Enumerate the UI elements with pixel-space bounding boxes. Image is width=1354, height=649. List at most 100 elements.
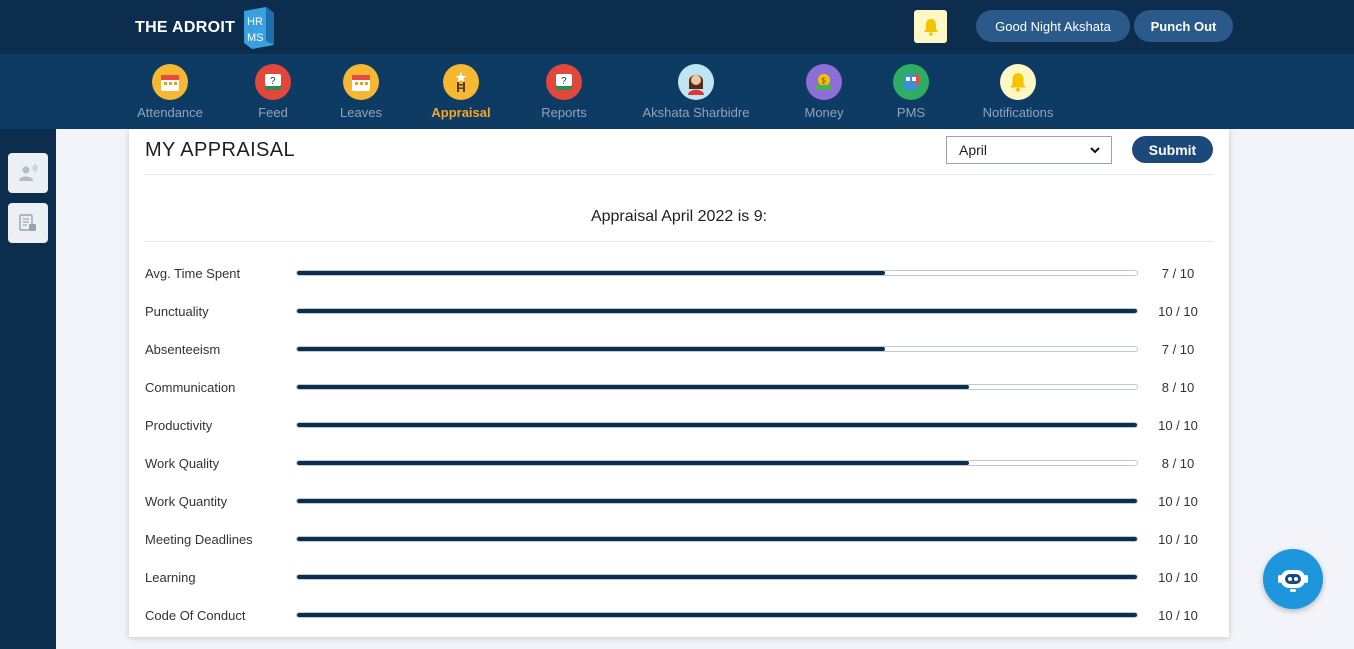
nav-label: Leaves bbox=[340, 105, 382, 120]
punch-out-button[interactable]: Punch Out bbox=[1134, 10, 1233, 42]
nav-item-pms[interactable]: PMS bbox=[882, 54, 940, 129]
progress-fill bbox=[297, 499, 1137, 503]
chatbot-icon bbox=[1278, 570, 1308, 592]
nav-label: Appraisal bbox=[431, 105, 491, 120]
metric-score: 10 / 10 bbox=[1158, 418, 1198, 433]
metric-row: Punctuality 10 / 10 bbox=[129, 302, 1229, 322]
metric-label: Productivity bbox=[145, 418, 213, 433]
greeting-pill[interactable]: Good Night Akshata bbox=[976, 10, 1130, 42]
calendar-icon bbox=[343, 64, 379, 100]
metric-label: Work Quantity bbox=[145, 494, 228, 509]
month-select-value: April bbox=[959, 142, 988, 158]
metric-score: 7 / 10 bbox=[1161, 266, 1195, 281]
chatbot-button[interactable] bbox=[1263, 549, 1323, 609]
progress-fill bbox=[297, 271, 885, 275]
metric-score: 10 / 10 bbox=[1158, 532, 1198, 547]
chevron-down-icon bbox=[1090, 147, 1100, 154]
nav-label: PMS bbox=[896, 105, 926, 120]
progress-track bbox=[296, 346, 1138, 352]
progress-track bbox=[296, 536, 1138, 542]
metric-row: Learning 10 / 10 bbox=[129, 568, 1229, 588]
nav-item-notifications[interactable]: Notifications bbox=[970, 54, 1066, 129]
nav-item-feed[interactable]: ? Feed bbox=[238, 54, 308, 129]
notification-bell-button[interactable] bbox=[914, 10, 947, 43]
sidebar-item-reports[interactable] bbox=[8, 203, 48, 243]
bell-icon bbox=[1000, 64, 1036, 100]
main-nav: Attendance ? Feed Leaves Appraisal ? Rep… bbox=[0, 54, 1354, 129]
svg-text:HR: HR bbox=[247, 16, 263, 28]
nav-label: Attendance bbox=[137, 105, 203, 120]
nav-item-reports[interactable]: ? Reports bbox=[527, 54, 601, 129]
hrms-logo-icon: HR MS bbox=[244, 7, 274, 49]
nav-item-profile[interactable]: Akshata Sharbidre bbox=[632, 54, 760, 129]
metric-label: Meeting Deadlines bbox=[145, 532, 253, 547]
metric-row: Work Quantity 10 / 10 bbox=[129, 492, 1229, 512]
sidebar-item-profile[interactable] bbox=[8, 153, 48, 193]
svg-text:MS: MS bbox=[247, 32, 264, 44]
progress-fill bbox=[297, 575, 1137, 579]
nav-item-attendance[interactable]: Attendance bbox=[130, 54, 210, 129]
progress-track bbox=[296, 612, 1138, 618]
page-title: MY APPRAISAL bbox=[145, 139, 296, 161]
nav-label: Money bbox=[804, 105, 844, 120]
progress-fill bbox=[297, 537, 1137, 541]
metric-row: Avg. Time Spent 7 / 10 bbox=[129, 264, 1229, 284]
month-select[interactable]: April bbox=[946, 136, 1112, 164]
progress-track bbox=[296, 498, 1138, 504]
svg-text:$: $ bbox=[822, 77, 827, 86]
avatar-icon bbox=[678, 64, 714, 100]
nav-label: Notifications bbox=[982, 105, 1054, 120]
bell-icon bbox=[923, 18, 938, 36]
metric-label: Avg. Time Spent bbox=[145, 266, 241, 281]
metric-label: Communication bbox=[145, 380, 236, 395]
nav-item-money[interactable]: $ Money bbox=[790, 54, 858, 129]
svg-text:?: ? bbox=[561, 76, 567, 87]
top-bar: THE ADROIT HR MS Good Night Akshata Punc… bbox=[0, 0, 1354, 54]
divider bbox=[145, 174, 1214, 175]
pms-icon bbox=[893, 64, 929, 100]
appraisal-summary: Appraisal April 2022 is 9: bbox=[590, 208, 768, 225]
submit-button[interactable]: Submit bbox=[1132, 136, 1213, 163]
brand-name: THE ADROIT bbox=[135, 19, 236, 36]
progress-fill bbox=[297, 423, 1137, 427]
nav-item-leaves[interactable]: Leaves bbox=[326, 54, 396, 129]
nav-label: Feed bbox=[258, 105, 288, 120]
metric-score: 7 / 10 bbox=[1161, 342, 1195, 357]
metric-row: Meeting Deadlines 10 / 10 bbox=[129, 530, 1229, 550]
progress-fill bbox=[297, 347, 885, 351]
nav-item-appraisal[interactable]: Appraisal bbox=[420, 54, 502, 129]
svg-text:?: ? bbox=[270, 76, 276, 87]
metric-label: Learning bbox=[145, 570, 196, 585]
progress-track bbox=[296, 270, 1138, 276]
progress-track bbox=[296, 308, 1138, 314]
feed-icon: ? bbox=[255, 64, 291, 100]
progress-track bbox=[296, 422, 1138, 428]
metric-row: Code Of Conduct 10 / 10 bbox=[129, 606, 1229, 626]
progress-track bbox=[296, 460, 1138, 466]
user-broadcast-icon bbox=[19, 164, 38, 181]
nav-label: Akshata Sharbidre bbox=[642, 105, 750, 120]
metric-score: 10 / 10 bbox=[1158, 494, 1198, 509]
divider bbox=[145, 241, 1214, 242]
metric-row: Productivity 10 / 10 bbox=[129, 416, 1229, 436]
report-doc-icon bbox=[19, 214, 36, 231]
calendar-icon bbox=[152, 64, 188, 100]
metric-label: Work Quality bbox=[145, 456, 220, 471]
progress-fill bbox=[297, 385, 969, 389]
metric-score: 8 / 10 bbox=[1161, 380, 1195, 395]
metric-row: Communication 8 / 10 bbox=[129, 378, 1229, 398]
nav-label: Reports bbox=[541, 105, 587, 120]
progress-track bbox=[296, 574, 1138, 580]
metric-score: 10 / 10 bbox=[1158, 570, 1198, 585]
metric-label: Code Of Conduct bbox=[145, 608, 246, 623]
progress-fill bbox=[297, 309, 1137, 313]
progress-fill bbox=[297, 461, 969, 465]
progress-track bbox=[296, 384, 1138, 390]
appraisal-card: MY APPRAISAL April Submit Appraisal Apri… bbox=[129, 129, 1229, 637]
metric-score: 10 / 10 bbox=[1158, 304, 1198, 319]
money-icon: $ bbox=[806, 64, 842, 100]
reports-icon: ? bbox=[546, 64, 582, 100]
left-sidebar bbox=[0, 129, 56, 649]
metric-row: Absenteeism 7 / 10 bbox=[129, 340, 1229, 360]
ladder-star-icon bbox=[443, 64, 479, 100]
